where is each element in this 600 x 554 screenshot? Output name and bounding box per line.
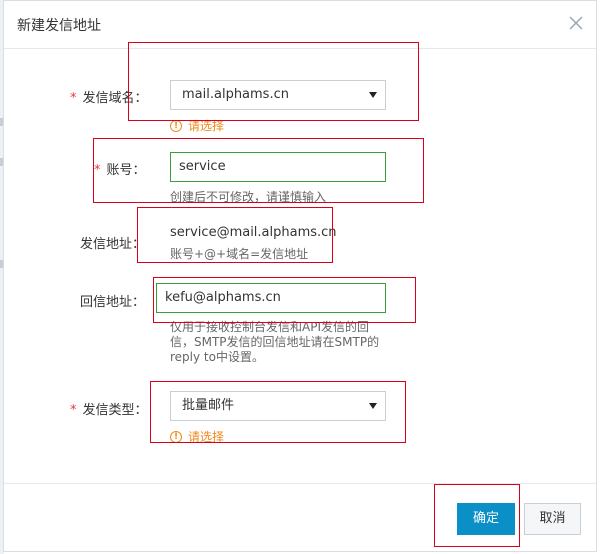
send-type-selected-value: 批量邮件 — [182, 398, 235, 413]
reply-help-line: reply to中设置。 — [170, 350, 264, 364]
warning-icon: ! — [170, 430, 182, 443]
domain-warning: ! 请选择 — [170, 117, 224, 134]
account-label: 账号： — [106, 163, 146, 178]
sender-address-value: service@mail.alphams.cn — [170, 225, 337, 240]
new-sender-address-dialog: 新建发信地址 * 发信域名： mail.alphams.cn ! 请选择 * 账号： … — [3, 0, 597, 552]
send-type-warning: ! 请选择 — [170, 428, 224, 445]
sender-address-label: 发信地址： — [80, 237, 146, 252]
domain-label-row: * 发信域名： — [70, 87, 148, 106]
reply-address-help-text: 仅用于接收控制台发信和API发信的回 信，SMTP发信的回信地址请在SMTP的 … — [170, 320, 390, 365]
reply-address-label: 回信地址： — [80, 295, 146, 310]
required-mark: * — [70, 403, 77, 418]
reply-help-line: 信，SMTP发信的回信地址请在SMTP的 — [170, 335, 380, 349]
domain-select[interactable]: mail.alphams.cn — [170, 80, 386, 110]
account-label-row: * 账号： — [94, 159, 146, 178]
cancel-button[interactable]: 取消 — [524, 503, 581, 535]
domain-selected-value: mail.alphams.cn — [182, 87, 289, 102]
close-icon[interactable] — [568, 15, 584, 31]
reply-address-input[interactable]: kefu@alphams.cn — [156, 283, 386, 313]
warning-icon: ! — [170, 119, 182, 132]
sender-address-help-text: 账号+@+域名=发信地址 — [170, 247, 309, 261]
send-type-warning-text: 请选择 — [188, 430, 225, 444]
reply-help-line: 仅用于接收控制台发信和API发信的回 — [170, 320, 369, 334]
account-input-value: service — [179, 159, 226, 174]
caret-down-icon — [369, 92, 377, 98]
dialog-title: 新建发信地址 — [17, 18, 101, 34]
send-type-select[interactable]: 批量邮件 — [170, 391, 386, 421]
domain-label: 发信域名： — [82, 91, 148, 106]
send-type-label-row: * 发信类型： — [70, 399, 148, 418]
footer-divider — [4, 483, 596, 484]
required-mark: * — [70, 91, 77, 106]
domain-warning-text: 请选择 — [188, 119, 225, 133]
dialog-header: 新建发信地址 — [4, 1, 596, 49]
send-type-label: 发信类型： — [82, 403, 148, 418]
account-input[interactable]: service — [170, 152, 386, 182]
required-mark: * — [94, 163, 101, 178]
reply-address-input-value: kefu@alphams.cn — [165, 290, 281, 305]
confirm-button[interactable]: 确定 — [457, 503, 515, 535]
account-help-text: 创建后不可修改，请谨慎输入 — [170, 190, 327, 204]
caret-down-icon — [369, 403, 377, 409]
